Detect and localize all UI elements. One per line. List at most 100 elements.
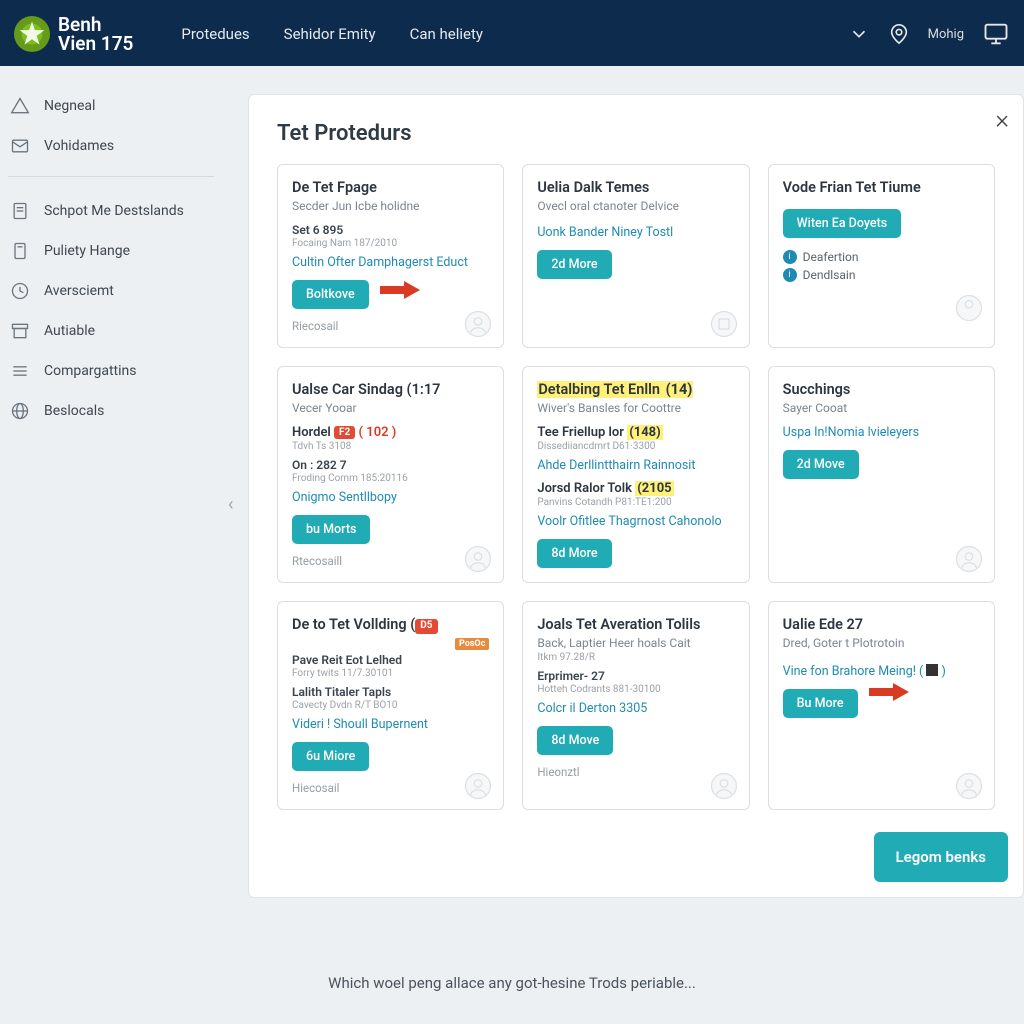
card-subtitle: Wiver's Bansles for Coottre bbox=[537, 401, 734, 415]
bullet-row: iDendlsain bbox=[783, 268, 980, 282]
document-icon bbox=[10, 201, 30, 221]
sidebar-item-label: Beslocals bbox=[44, 403, 104, 419]
card-link[interactable]: Onigmo Sentllbopy bbox=[292, 490, 489, 505]
card-title: Uelia Dalk Temes bbox=[537, 179, 734, 197]
sidebar-item-0[interactable]: Negneal bbox=[0, 86, 222, 126]
card-mini: Focaing Nam 187/2010 bbox=[292, 238, 489, 249]
card-title: Detalbing Tet Enlln (14) bbox=[537, 381, 734, 399]
card-7: Joals Tet Averation Tolils Back, Laptier… bbox=[522, 601, 749, 810]
location-icon[interactable] bbox=[888, 23, 910, 45]
stamp-icon bbox=[954, 544, 984, 574]
badge: PosOc bbox=[455, 638, 489, 650]
nav-item-1[interactable]: Sehidor Emity bbox=[284, 25, 376, 43]
sidebar-item-5[interactable]: Autiable bbox=[0, 311, 222, 351]
card-button[interactable]: 2d More bbox=[537, 250, 611, 279]
sidebar-item-3[interactable]: Puliety Hange bbox=[0, 231, 222, 271]
app-header: Benh Vien 175 Protedues Sehidor Emity Ca… bbox=[0, 0, 1024, 66]
mail-icon bbox=[10, 136, 30, 156]
card-line: Tee Friellup lor (148) bbox=[537, 425, 734, 440]
card-mini: Forry twits 11/7.30101 bbox=[292, 668, 489, 679]
card-title: Ualse Car Sindag (1:17 bbox=[292, 381, 489, 399]
stamp-icon bbox=[954, 293, 984, 323]
card-link[interactable]: Vine fon Brahore Meing! ( ) bbox=[783, 664, 980, 679]
card-3: Ualse Car Sindag (1:17 Vecer Yooar Horde… bbox=[277, 366, 504, 583]
card-title: De Tet Fpage bbox=[292, 179, 489, 197]
card-link[interactable]: Colcr il Derton 3305 bbox=[537, 701, 734, 716]
card-title: Vode Frian Tet Tiume bbox=[783, 179, 980, 197]
brand[interactable]: Benh Vien 175 bbox=[14, 15, 133, 53]
stamp-icon bbox=[463, 309, 493, 339]
clock-icon bbox=[10, 281, 30, 301]
card-link[interactable]: Uspa In!Nomia lvieleyers bbox=[783, 425, 980, 440]
card-link[interactable]: Cultin Ofter Damphagerst Educt bbox=[292, 255, 489, 270]
card-mini: Dissediiancdmrt D61·3300 bbox=[537, 441, 734, 452]
card-title: Ualie Ede 27 bbox=[783, 616, 980, 634]
top-nav: Protedues Sehidor Emity Can heliety bbox=[181, 25, 483, 43]
card-8: Ualie Ede 27 Dred, Goter t Plotrotoin Vi… bbox=[768, 601, 995, 810]
sidebar-item-label: Vohidames bbox=[44, 138, 114, 154]
card-button[interactable]: Witen Ea Doyets bbox=[783, 209, 902, 238]
square-icon bbox=[926, 664, 938, 676]
brand-text: Benh Vien 175 bbox=[58, 15, 133, 53]
header-right: Mohig bbox=[848, 20, 1010, 48]
device-icon[interactable] bbox=[982, 20, 1010, 48]
card-footer: Hiecosail bbox=[292, 781, 489, 795]
card-link[interactable]: Ahde Derllintthairn Rainnosit bbox=[537, 458, 734, 473]
card-line: Pave Reit Eot Lelhed bbox=[292, 653, 489, 667]
card-line: Jorsd Ralor Tolk (2105 bbox=[537, 481, 734, 496]
card-mini: Tdvh Ts 3108 bbox=[292, 441, 489, 452]
procedures-panel: × Tet Protedurs De Tet Fpage Secder Jun … bbox=[248, 94, 1024, 898]
sidebar-item-label: Negneal bbox=[44, 98, 95, 114]
sidebar-item-4[interactable]: Aversciemt bbox=[0, 271, 222, 311]
card-5: Succhings Sayer Cooat Uspa In!Nomia lvie… bbox=[768, 366, 995, 583]
sidebar-collapse-handle[interactable]: ‹ bbox=[228, 494, 233, 515]
nav-item-0[interactable]: Protedues bbox=[181, 25, 249, 43]
card-line: Erprimer- 27 bbox=[537, 669, 734, 683]
card-button[interactable]: 2d Move bbox=[783, 450, 859, 479]
card-2: Vode Frian Tet Tiume Witen Ea Doyets iDe… bbox=[768, 164, 995, 348]
sidebar-item-2[interactable]: Schpot Me Destslands bbox=[0, 191, 222, 231]
globe-icon bbox=[10, 401, 30, 421]
card-link[interactable]: Uonk Bander Niney Tostl bbox=[537, 225, 734, 240]
badge: F2 bbox=[334, 426, 355, 439]
card-1: Uelia Dalk Temes Ovecl oral ctanoter Del… bbox=[522, 164, 749, 348]
sidebar-item-6[interactable]: Compargattins bbox=[0, 351, 222, 391]
card-grid: De Tet Fpage Secder Jun Icbe holidne Set… bbox=[277, 164, 995, 810]
stamp-icon bbox=[463, 771, 493, 801]
card-subtitle: Sayer Cooat bbox=[783, 401, 980, 415]
card-line: Set 6 895 bbox=[292, 223, 489, 237]
sidebar-item-label: Puliety Hange bbox=[44, 243, 130, 259]
card-footer: Hieonztl bbox=[537, 765, 734, 779]
card-button[interactable]: Boltkove bbox=[292, 280, 369, 309]
arrow-right-icon bbox=[869, 683, 909, 701]
info-icon: i bbox=[783, 250, 797, 264]
sidebar-item-7[interactable]: Beslocals bbox=[0, 391, 222, 431]
info-icon: i bbox=[783, 268, 797, 282]
card-button[interactable]: bu Morts bbox=[292, 515, 370, 544]
card-mini: Panvins Cotandh P81:TE1:200 bbox=[537, 497, 734, 508]
card-button[interactable]: 8d Move bbox=[537, 726, 613, 755]
primary-action-button[interactable]: Legom benks bbox=[874, 832, 1008, 882]
chevron-down-icon[interactable] bbox=[848, 23, 870, 45]
sidebar-item-1[interactable]: Vohidames bbox=[0, 126, 222, 166]
card-mini: Cavecty Dvdn R/T BO10 bbox=[292, 700, 489, 711]
card-title: Joals Tet Averation Tolils bbox=[537, 616, 734, 634]
card-button[interactable]: 8d More bbox=[537, 539, 611, 568]
alert-icon bbox=[10, 96, 30, 116]
card-button[interactable]: Bu More bbox=[783, 689, 858, 718]
nav-item-2[interactable]: Can heliety bbox=[410, 25, 483, 43]
stamp-icon bbox=[709, 771, 739, 801]
sidebar: Negneal Vohidames Schpot Me Destslands P… bbox=[0, 66, 222, 1024]
card-0: De Tet Fpage Secder Jun Icbe holidne Set… bbox=[277, 164, 504, 348]
card-link[interactable]: Videri ! Shoull Bupernent bbox=[292, 717, 489, 732]
close-icon[interactable]: × bbox=[995, 105, 1009, 135]
sidebar-item-label: Schpot Me Destslands bbox=[44, 203, 184, 219]
header-label: Mohig bbox=[928, 27, 964, 42]
card-button[interactable]: 6u Miore bbox=[292, 742, 369, 771]
card-subtitle: Secder Jun Icbe holidne bbox=[292, 199, 489, 213]
sidebar-item-label: Aversciemt bbox=[44, 283, 114, 299]
list-icon bbox=[10, 361, 30, 381]
card-link[interactable]: Voolr Ofitlee Thagrnost Cahonolo bbox=[537, 514, 734, 529]
card-mini: Hotteh Codrants 881-30100 bbox=[537, 684, 734, 695]
card-subtitle: Ovecl oral ctanoter Delvice bbox=[537, 199, 734, 213]
